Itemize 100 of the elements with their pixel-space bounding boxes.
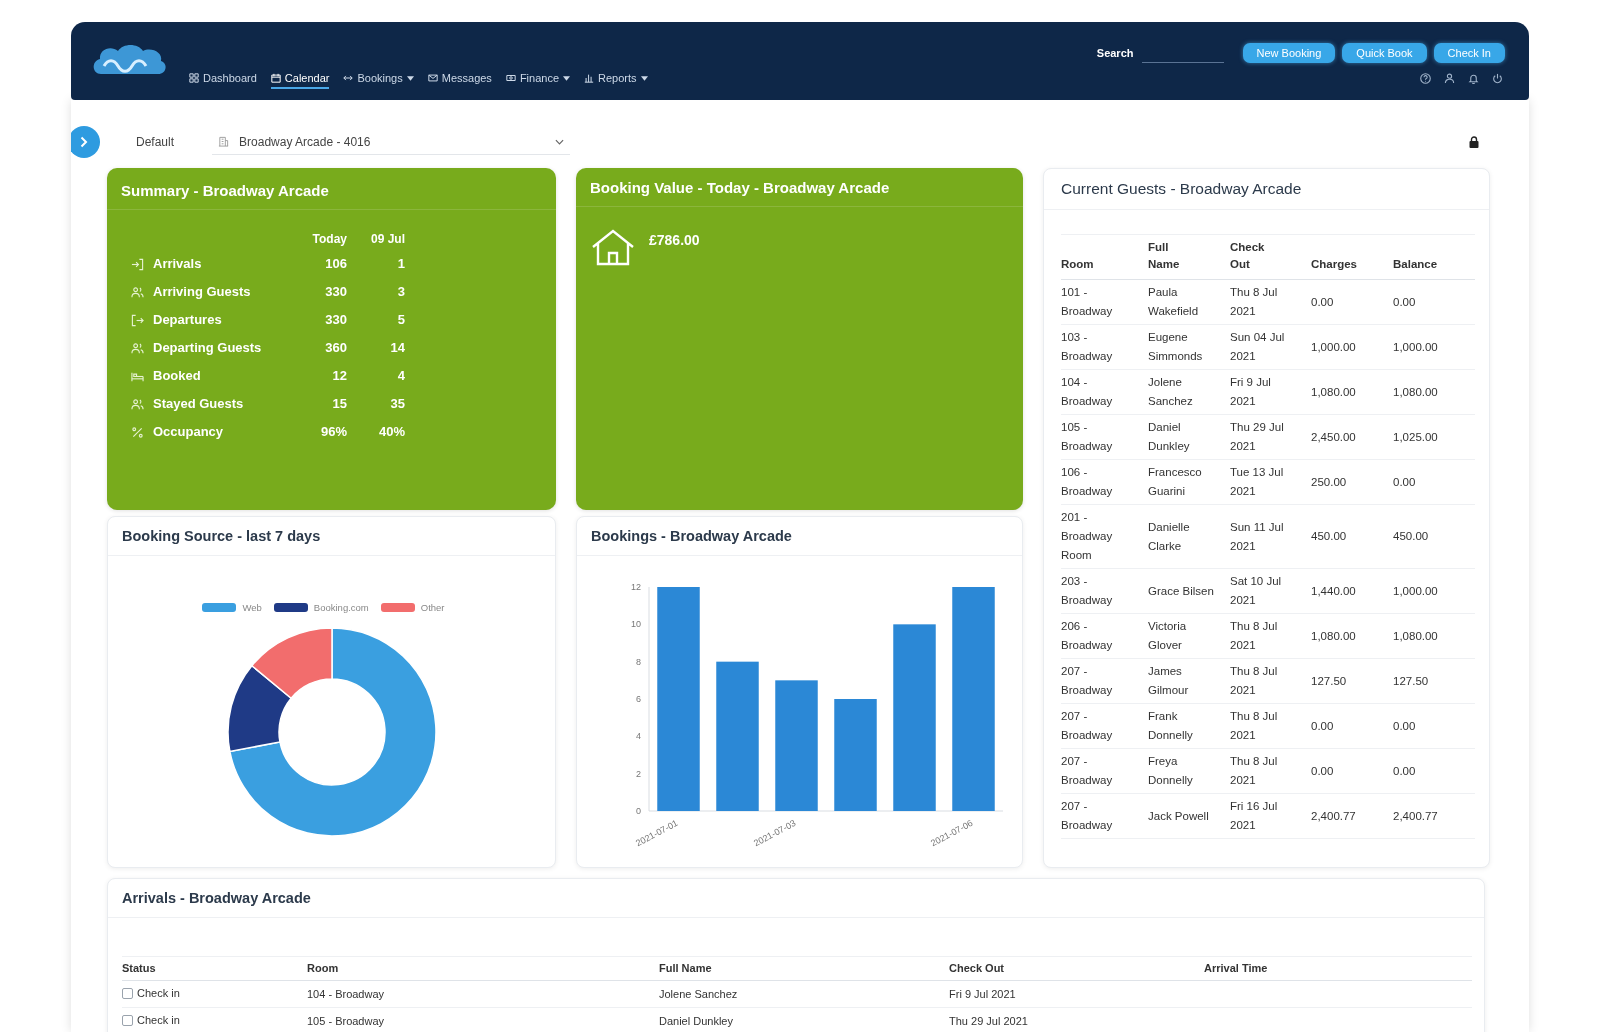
table-cell: Tue 13 Jul 2021 [1230,459,1311,505]
table-cell: James Gilmour [1148,658,1230,704]
booking-value-amount: £786.00 [649,232,700,248]
card-title: Arrivals - Broadway Arcade [108,879,1484,918]
column-header[interactable]: Arrival Time [1204,962,1268,974]
arrows-icon [343,73,354,83]
table-cell: 1,080.00 [1311,613,1393,659]
column-header[interactable]: Check Out [1230,239,1278,273]
table-cell: 1,025.00 [1393,414,1475,460]
stat-value: 12 [331,367,347,385]
nav-tab[interactable]: Finance [505,70,570,89]
caret-icon [555,138,565,145]
table-cell: 103 - Broadway [1061,324,1148,370]
nav-tab[interactable]: Reports [584,70,648,89]
grid-icon [189,73,199,83]
y-axis-label: 4 [636,731,641,742]
checkbox-label[interactable]: Check in [137,1014,180,1027]
table-cell: 1,440.00 [1311,568,1393,614]
checkbox-label[interactable]: Check in [137,987,180,1000]
calendar-icon [270,73,281,83]
table-cell: 0.00 [1393,459,1475,505]
table-cell: 2,400.77 [1311,793,1393,839]
table-cell: 105 - Broadway [1061,414,1148,460]
legend-label[interactable]: Booking.com [313,602,369,613]
checkbox[interactable] [122,1015,133,1026]
column-header[interactable]: Full Name [659,962,712,974]
table-cell: 0.00 [1393,279,1475,325]
table-cell: 2,400.77 [1393,793,1475,839]
card-title: Bookings - Broadway Arcade [577,517,1022,556]
table-cell: 450.00 [1393,504,1475,569]
y-axis-label: 8 [636,656,641,667]
table-cell: 207 - Broadway [1061,703,1148,749]
y-axis-label: 12 [631,582,641,592]
bell-icon[interactable] [1468,73,1479,84]
table-cell: 1,080.00 [1311,369,1393,415]
help-icon[interactable] [1420,73,1431,84]
nav-tab[interactable]: Calendar [270,70,330,89]
stat-value: 330 [324,283,347,301]
table-cell: 203 - Broadway [1061,568,1148,614]
view-name[interactable]: Default [136,135,175,149]
table-cell: Thu 29 Jul 2021 [1230,414,1311,460]
chevron-right-icon [80,136,88,148]
table-cell: 250.00 [1311,459,1393,505]
stat-value: 5 [396,311,405,329]
legend-label[interactable]: Other [420,602,445,613]
table-cell: Sun 04 Jul 2021 [1230,324,1311,370]
table-cell: 127.50 [1393,658,1475,704]
table-cell: Eugene Simmonds [1148,324,1230,370]
table-cell: 0.00 [1393,703,1475,749]
table-cell: Jolene Sanchez [1148,369,1230,415]
table-cell: 106 - Broadway [1061,459,1148,505]
card-title: Summary - Broadway Arcade [107,168,556,210]
table-cell: 101 - Broadway [1061,279,1148,325]
column-header[interactable]: Full Name [1148,239,1196,273]
column-header[interactable]: Status [122,962,156,974]
stat-value: 106 [324,255,347,273]
users-icon [131,285,144,299]
row-label: Arriving Guests [152,283,252,301]
row-label: Stayed Guests [152,395,245,413]
table-cell: 1,080.00 [1393,369,1475,415]
logout-icon [131,313,144,327]
table-cell: Sun 11 Jul 2021 [1230,504,1311,569]
stat-value: 4 [396,367,405,385]
column-header[interactable]: Balance [1393,256,1438,273]
table-cell: Paula Wakefield [1148,279,1230,325]
table-cell: 104 - Broadway [307,980,659,1008]
nav-tab[interactable]: Bookings [343,70,414,89]
table-cell: 0.00 [1311,703,1393,749]
table-cell: Victoria Glover [1148,613,1230,659]
building-icon [218,136,230,147]
stat-value: 35 [389,395,405,413]
nav-tab[interactable]: Dashboard [189,70,257,89]
checkbox[interactable] [122,988,133,999]
table-cell: Daniel Dunkley [1148,414,1230,460]
y-axis-label: 6 [636,694,641,704]
power-icon[interactable] [1492,73,1503,84]
property-select[interactable]: Broadway Arcade - 4016 [212,129,571,155]
column-header[interactable]: Check Out [949,962,1004,974]
user-icon[interactable] [1444,73,1455,84]
table-cell: 1,000.00 [1311,324,1393,370]
table-cell: Thu 8 Jul 2021 [1230,613,1311,659]
legend-label[interactable]: Web [242,602,262,613]
table-cell: 201 - Broadway Room [1061,504,1148,569]
stat-value: 1 [396,255,405,273]
stat-value: 40% [377,423,405,441]
table-cell: 0.00 [1311,279,1393,325]
stat-value: 330 [324,311,347,329]
envelope-icon [427,73,438,83]
column-header[interactable]: Room [307,962,339,974]
sidebar-toggle-button[interactable] [71,126,100,158]
column-header[interactable]: Room [1061,256,1094,273]
table-cell: 1,080.00 [1393,613,1475,659]
table-cell: 0.00 [1393,748,1475,794]
lock-icon[interactable] [1469,136,1479,148]
column-header[interactable]: Charges [1311,256,1358,273]
table-cell: Jolene Sanchez [659,980,949,1008]
row-label: Departures [152,311,223,329]
table-cell: 207 - Broadway [1061,793,1148,839]
nav-tab[interactable]: Messages [427,70,492,89]
card-title: Current Guests - Broadway Arcade [1044,169,1489,210]
